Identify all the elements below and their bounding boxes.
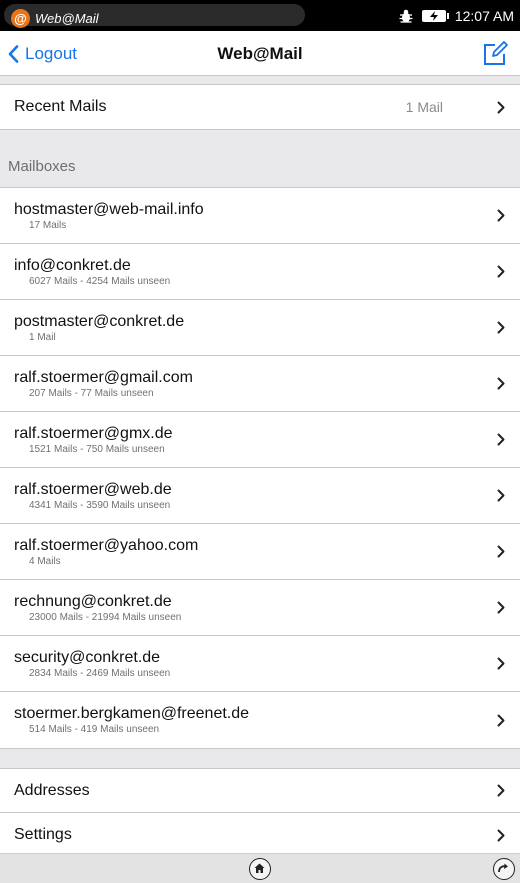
addresses-row[interactable]: Addresses [0,769,520,813]
mailbox-row[interactable]: info@conkret.de 6027 Mails - 4254 Mails … [0,244,520,300]
mailbox-address: stoermer.bergkamen@freenet.de [14,705,250,722]
mailbox-address: info@conkret.de [14,257,131,274]
home-button[interactable] [249,858,271,880]
mailbox-address: ralf.stoermer@yahoo.com [14,537,199,554]
mailbox-address: ralf.stoermer@web.de [14,481,172,498]
mailbox-count: 1521 Mails - 750 Mails unseen [29,444,165,455]
page-title: Web@Mail [217,44,303,63]
chevron-right-icon [497,412,505,467]
chevron-right-icon [497,769,505,812]
debug-bug-icon [399,9,413,23]
chevron-right-icon [497,580,505,635]
chevron-right-icon [497,244,505,299]
mailbox-count: 4341 Mails - 3590 Mails unseen [29,500,171,511]
mailbox-count: 207 Mails - 77 Mails unseen [29,388,154,399]
chevron-right-icon [497,356,505,411]
chevron-right-icon [497,636,505,691]
settings-label: Settings [14,826,72,843]
settings-row[interactable]: Settings [0,813,520,857]
mailbox-address: security@conkret.de [14,649,161,666]
status-indicators: 12:07 AM [398,0,514,31]
mailbox-row[interactable]: hostmaster@web-mail.info 17 Mails [0,188,520,244]
mailbox-row[interactable]: stoermer.bergkamen@freenet.de 514 Mails … [0,692,520,748]
system-bottom-bar [0,853,520,883]
chevron-right-icon [497,468,505,523]
mailbox-address: rechnung@conkret.de [14,593,172,610]
chevron-right-icon [497,692,505,748]
mailbox-row[interactable]: ralf.stoermer@web.de 4341 Mails - 3590 M… [0,468,520,524]
mailbox-row[interactable]: security@conkret.de 2834 Mails - 2469 Ma… [0,636,520,692]
recent-group: Recent Mails 1 Mail [0,84,520,130]
mailbox-address: hostmaster@web-mail.info [14,201,204,218]
mailbox-count: 514 Mails - 419 Mails unseen [29,724,160,735]
addresses-label: Addresses [14,782,90,799]
current-app-pill[interactable]: @ Web@Mail [4,4,305,28]
navigation-bar: Logout Web@Mail [0,31,520,76]
mailbox-count: 6027 Mails - 4254 Mails unseen [29,276,171,287]
chevron-right-icon [497,85,505,129]
rotate-forward-icon [498,863,508,873]
mailbox-count: 1 Mail [29,332,56,343]
at-sign-icon: @ [11,9,30,28]
mailbox-row[interactable]: ralf.stoermer@yahoo.com 4 Mails [0,524,520,580]
mailbox-row[interactable]: ralf.stoermer@gmx.de 1521 Mails - 750 Ma… [0,412,520,468]
home-icon [254,863,265,873]
chevron-left-icon [8,44,19,63]
chevron-right-icon [497,524,505,579]
compose-icon[interactable] [482,41,508,67]
mailbox-row[interactable]: rechnung@conkret.de 23000 Mails - 21994 … [0,580,520,636]
chevron-right-icon [497,300,505,355]
recent-mails-label: Recent Mails [14,98,107,115]
mailbox-address: ralf.stoermer@gmx.de [14,425,173,442]
app-screen: @ Web@Mail 12:07 AM Logout Web@Mail Rece… [0,0,520,883]
clock: 12:07 AM [454,7,514,24]
mailbox-count: 2834 Mails - 2469 Mails unseen [29,668,171,679]
mailbox-address: ralf.stoermer@gmail.com [14,369,193,386]
logout-button[interactable]: Logout [8,31,77,76]
mailbox-count: 4 Mails [29,556,61,567]
mailbox-count: 23000 Mails - 21994 Mails unseen [29,612,182,623]
mailbox-address: postmaster@conkret.de [14,313,185,330]
current-app-name: Web@Mail [35,11,99,26]
mailbox-count: 17 Mails [29,220,67,231]
logout-label: Logout [25,43,77,63]
mailbox-row[interactable]: postmaster@conkret.de 1 Mail [0,300,520,356]
mailboxes-section-header: Mailboxes [8,158,76,175]
chevron-right-icon [497,813,505,857]
status-bar: @ Web@Mail 12:07 AM [0,0,520,31]
battery-charging-icon [421,9,449,22]
mailbox-row[interactable]: ralf.stoermer@gmail.com 207 Mails - 77 M… [0,356,520,412]
recent-mails-count: 1 Mail [405,99,443,115]
other-group: Addresses Settings [0,768,520,858]
forward-button[interactable] [493,858,515,880]
mailboxes-list: hostmaster@web-mail.info 17 Mails info@c… [0,187,520,749]
recent-mails-row[interactable]: Recent Mails 1 Mail [0,85,520,129]
chevron-right-icon [497,188,505,243]
